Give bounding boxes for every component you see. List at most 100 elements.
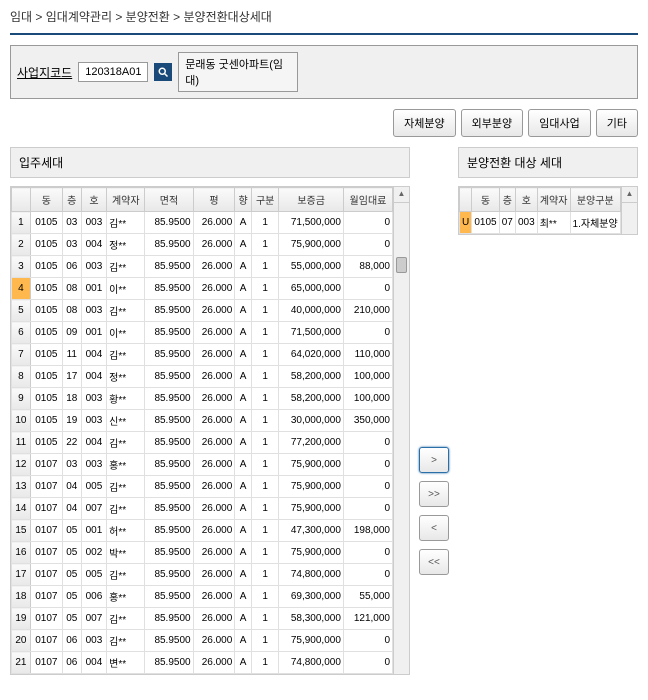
table-row[interactable]: 8010517004정**85.950026.000A158,200,00010… — [12, 366, 393, 388]
scroll-up-icon[interactable]: ▲ — [622, 187, 637, 203]
cell: A — [235, 498, 252, 520]
row-number: 21 — [12, 652, 31, 674]
search-bar: 사업지코드 120318A01 문래동 굿센아파트(임대) — [10, 45, 638, 99]
table-row[interactable]: 14010704007김**85.950026.000A175,900,0000 — [12, 498, 393, 520]
cell: 26.000 — [193, 652, 235, 674]
col-header[interactable]: 동 — [30, 188, 62, 212]
cell: A — [235, 234, 252, 256]
cell: 변** — [107, 652, 145, 674]
cell: 1 — [251, 652, 278, 674]
cell: 김** — [107, 256, 145, 278]
biz-code-input[interactable]: 120318A01 — [78, 62, 148, 82]
table-row[interactable]: 2010503004정**85.950026.000A175,900,0000 — [12, 234, 393, 256]
col-header[interactable]: 호 — [515, 188, 537, 212]
cell: 1 — [251, 432, 278, 454]
table-row[interactable]: 21010706004변**85.950026.000A174,800,0000 — [12, 652, 393, 674]
cell: A — [235, 608, 252, 630]
col-header[interactable]: 분양구분 — [570, 188, 620, 212]
table-row[interactable]: 1010503003김**85.950026.000A171,500,0000 — [12, 212, 393, 234]
col-header[interactable]: 면적 — [145, 188, 193, 212]
cell: 0 — [343, 212, 392, 234]
etc-button[interactable]: 기타 — [596, 109, 638, 137]
col-header[interactable]: 보증금 — [279, 188, 344, 212]
external-sale-button[interactable]: 외부분양 — [461, 109, 523, 137]
cell: 05 — [62, 520, 81, 542]
cell: 003 — [81, 300, 106, 322]
cell: 85.9500 — [145, 432, 193, 454]
col-header[interactable]: 평 — [193, 188, 235, 212]
table-row[interactable]: 4010508001이**85.950026.000A165,000,0000 — [12, 278, 393, 300]
cell: 1 — [251, 586, 278, 608]
move-all-left-button[interactable]: << — [419, 549, 449, 575]
table-row[interactable]: 9010518003황**85.950026.000A158,200,00010… — [12, 388, 393, 410]
cell: 1 — [251, 542, 278, 564]
cell: 1 — [251, 366, 278, 388]
cell: 0107 — [30, 630, 62, 652]
move-all-right-button[interactable]: >> — [419, 481, 449, 507]
table-row[interactable]: 20010706003김**85.950026.000A175,900,0000 — [12, 630, 393, 652]
row-number: 19 — [12, 608, 31, 630]
table-row[interactable]: 15010705001허**85.950026.000A147,300,0001… — [12, 520, 393, 542]
col-header[interactable]: 층 — [62, 188, 81, 212]
cell: 350,000 — [343, 410, 392, 432]
breadcrumb: 임대 > 임대계약관리 > 분양전환 > 분양전환대상세대 — [0, 0, 648, 33]
move-right-button[interactable]: > — [419, 447, 449, 473]
col-header[interactable]: 월임대료 — [343, 188, 392, 212]
cell: 0 — [343, 454, 392, 476]
cell: 003 — [81, 454, 106, 476]
table-row[interactable]: 13010704005김**85.950026.000A175,900,0000 — [12, 476, 393, 498]
cell: 001 — [81, 322, 106, 344]
cell: 26.000 — [193, 344, 235, 366]
table-row[interactable]: 16010705002박**85.950026.000A175,900,0000 — [12, 542, 393, 564]
table-row[interactable]: 7010511004김**85.950026.000A164,020,00011… — [12, 344, 393, 366]
cell: 001 — [81, 278, 106, 300]
row-number: 17 — [12, 564, 31, 586]
cell: 003 — [81, 410, 106, 432]
col-header[interactable]: 층 — [499, 188, 515, 212]
cell: 0105 — [30, 256, 62, 278]
table-row[interactable]: 12010703003홍**85.950026.000A175,900,0000 — [12, 454, 393, 476]
col-header[interactable]: 향 — [235, 188, 252, 212]
table-row[interactable]: U010507003최**1.자체분양 — [460, 212, 621, 234]
left-panel-title: 입주세대 — [10, 147, 410, 178]
cell: 김** — [107, 564, 145, 586]
col-header[interactable]: 계약자 — [107, 188, 145, 212]
scroll-thumb[interactable] — [396, 257, 407, 273]
rental-biz-button[interactable]: 임대사업 — [528, 109, 590, 137]
cell: 김** — [107, 630, 145, 652]
cell: 85.9500 — [145, 344, 193, 366]
row-number: 3 — [12, 256, 31, 278]
cell: 06 — [62, 630, 81, 652]
left-scrollbar[interactable]: ▲ — [393, 187, 409, 674]
cell: 121,000 — [343, 608, 392, 630]
table-row[interactable]: 6010509001이**85.950026.000A171,500,0000 — [12, 322, 393, 344]
table-row[interactable]: 18010705006홍**85.950026.000A169,300,0005… — [12, 586, 393, 608]
row-number: 1 — [12, 212, 31, 234]
col-header[interactable]: 계약자 — [537, 188, 570, 212]
cell: 최** — [537, 212, 570, 234]
cell: 100,000 — [343, 388, 392, 410]
move-left-button[interactable]: < — [419, 515, 449, 541]
cell: 74,800,000 — [279, 652, 344, 674]
table-row[interactable]: 17010705005김**85.950026.000A174,800,0000 — [12, 564, 393, 586]
scroll-up-icon[interactable]: ▲ — [394, 187, 409, 203]
table-row[interactable]: 11010522004김**85.950026.000A177,200,0000 — [12, 432, 393, 454]
table-row[interactable]: 10010519003신**85.950026.000A130,000,0003… — [12, 410, 393, 432]
cell: 198,000 — [343, 520, 392, 542]
col-header[interactable]: 호 — [81, 188, 106, 212]
col-header[interactable]: 동 — [472, 188, 499, 212]
self-sale-button[interactable]: 자체분양 — [393, 109, 455, 137]
right-scrollbar[interactable]: ▲ — [621, 187, 637, 234]
table-row[interactable]: 5010508003김**85.950026.000A140,000,00021… — [12, 300, 393, 322]
search-icon[interactable] — [154, 63, 172, 81]
cell: 1 — [251, 344, 278, 366]
table-row[interactable]: 19010705007김**85.950026.000A158,300,0001… — [12, 608, 393, 630]
cell: 김** — [107, 498, 145, 520]
cell: 1 — [251, 608, 278, 630]
cell: A — [235, 344, 252, 366]
cell: 황** — [107, 388, 145, 410]
col-header[interactable]: 구분 — [251, 188, 278, 212]
table-row[interactable]: 3010506003김**85.950026.000A155,000,00088… — [12, 256, 393, 278]
row-number: 11 — [12, 432, 31, 454]
cell: A — [235, 410, 252, 432]
